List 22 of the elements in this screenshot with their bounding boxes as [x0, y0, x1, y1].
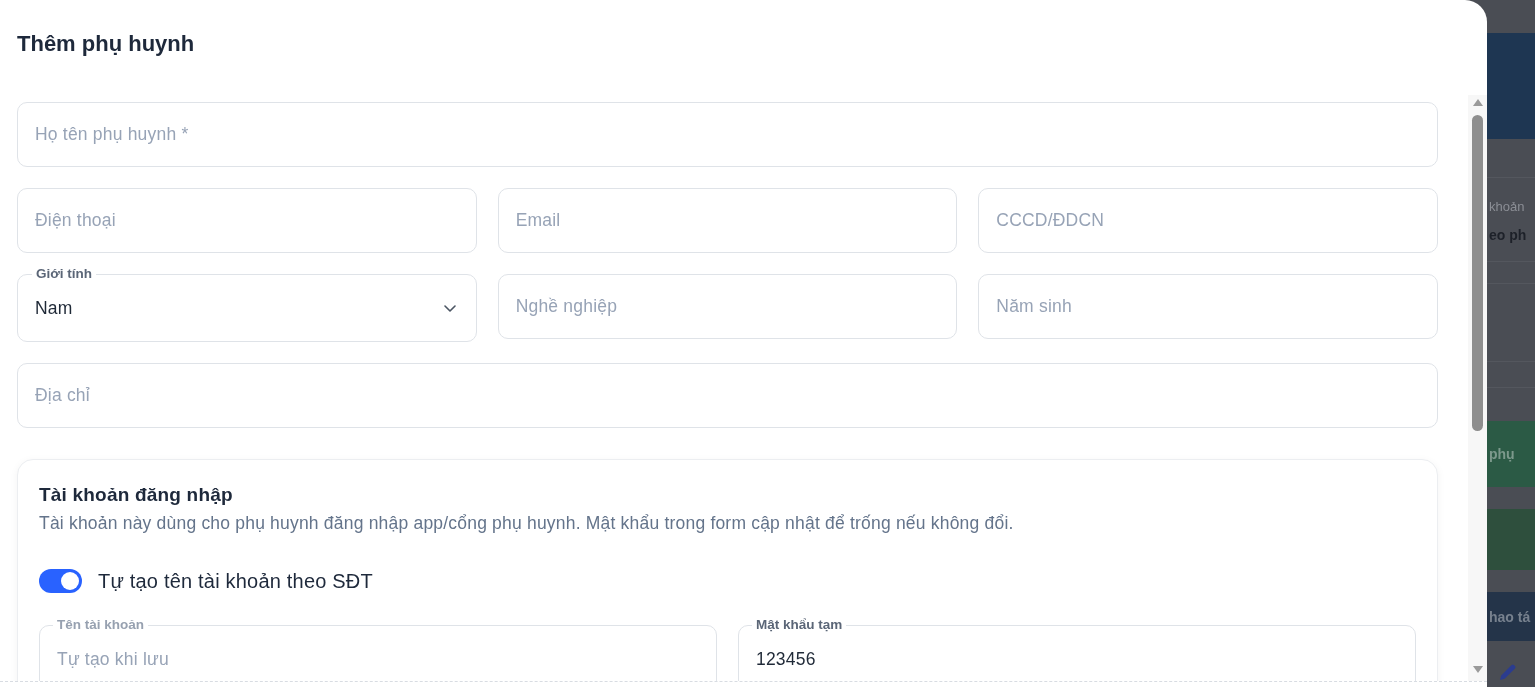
input-field[interactable]: Nghề nghiệp: [497, 274, 958, 339]
scroll-up-icon[interactable]: [1472, 99, 1483, 106]
chevron-down-icon[interactable]: [443, 304, 456, 312]
select-field[interactable]: Giới tính Nam: [17, 267, 477, 342]
field-label: Giới tính: [35, 267, 94, 281]
input-field[interactable]: Năm sinh: [978, 274, 1438, 339]
toggle-label: Tự tạo tên tài khoản theo SĐT: [98, 569, 373, 593]
caption-text: khoản: [1489, 198, 1525, 216]
section-description: Tài khoản này dùng cho phụ huynh đăng nhập app/cổng phụ huynh. Mật khẩu trong form cập nhật để trống nếu không đổi.: [39, 513, 1015, 533]
field-label: Tên tài khoản: [53, 618, 148, 632]
scroll-down-icon[interactable]: [1472, 666, 1483, 673]
input-field[interactable]: Email: [497, 188, 958, 253]
dialog-title: Thêm phụ huynh: [17, 30, 195, 58]
field-label: Mật khẩu tạm: [752, 618, 847, 632]
backdrop-panel: [1487, 509, 1535, 570]
toggle-switch[interactable]: [39, 569, 82, 593]
scrollbar-thumb[interactable]: [1472, 115, 1483, 431]
section-title: Tài khoản đăng nhập: [39, 483, 234, 507]
input-field[interactable]: Điện thoại: [17, 188, 477, 253]
input-field[interactable]: Họ tên phụ huynh *: [17, 102, 1438, 167]
input-field[interactable]: Địa chỉ: [17, 363, 1438, 428]
input-field[interactable]: CCCD/ĐDCN: [978, 188, 1438, 253]
